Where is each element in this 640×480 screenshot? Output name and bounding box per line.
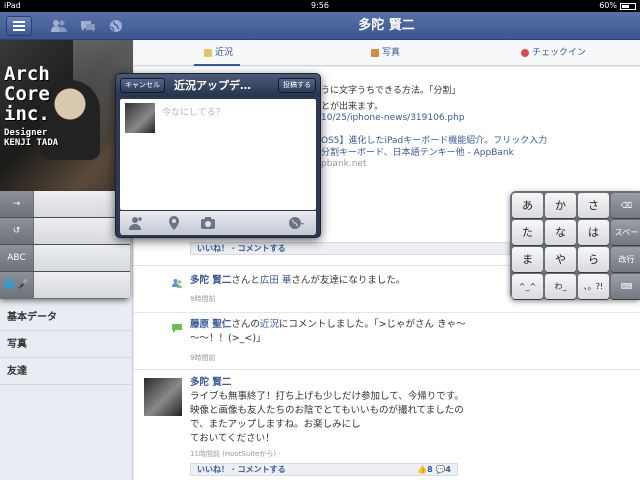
tab-photos[interactable]: 写真 [371, 40, 400, 66]
friendship-icon [172, 279, 182, 288]
status-icon [204, 49, 212, 57]
post-button[interactable]: 投稿する [278, 78, 316, 93]
status-textarea[interactable]: 今なにしてる？ [120, 99, 316, 210]
key-ha[interactable]: は [578, 220, 609, 245]
status-placeholder: 今なにしてる？ [162, 108, 225, 118]
story-time: 11時間前 (HootSuiteから) · [190, 450, 281, 458]
clock: 9:56 [311, 1, 329, 10]
story-fragment: とが出来ます。 [321, 102, 384, 112]
compose-toolbar [120, 211, 316, 235]
status-update-dialog: キャンセル 近況アップデ… 投稿する 今なにしてる？ [115, 73, 321, 238]
page-title: 多陀 賢二 [358, 18, 415, 33]
story-time: 9時間前 [190, 295, 216, 303]
story-link[interactable]: 分割キーボード、日本語テンキー他 - AppBank [321, 145, 514, 158]
cover-logo-text: Arch Core inc. [4, 63, 50, 125]
keyboard-row: ↺ [0, 218, 130, 245]
like-icon: 👍 [417, 465, 428, 474]
post-text: 多陀 賢二 ライブも無事終了！打ち上げも少しだけ参加して、今帰りです。 映像と画… [190, 377, 464, 444]
messages-icon[interactable] [80, 19, 96, 33]
key-ya[interactable]: や [545, 247, 576, 272]
camera-icon[interactable] [200, 215, 216, 231]
navbar: 多陀 賢二 [0, 12, 640, 40]
story-fragment: うに文字うちできる方法。「分割」 [321, 86, 461, 96]
key-punctuation[interactable]: 、。?! [578, 274, 609, 299]
key-blank[interactable] [34, 272, 130, 298]
undo-key[interactable]: ↺ [0, 218, 33, 244]
story-domain: pbank.net [321, 159, 367, 169]
checkin-icon [521, 49, 529, 57]
feed-story: 多陀 賢二 ライブも無事終了！打ち上げも少しだけ参加して、今帰りです。 映像と画… [134, 369, 640, 480]
battery-status: 60% [599, 0, 636, 12]
user-thumbnail [125, 103, 155, 133]
battery-percent: 60% [599, 1, 617, 10]
friends-icon[interactable] [51, 19, 67, 33]
keyboard-row: ABC [0, 245, 130, 272]
active-tab-indicator [194, 64, 240, 66]
hide-keyboard-key[interactable]: ⌨ [611, 274, 640, 299]
friendship-text: 多陀 賢二さんと広田 華さんが友達になりました。 [190, 275, 406, 286]
key-sa[interactable]: さ [578, 193, 609, 218]
keyboard-left-half: → ↺ ABC 🌐 🎤 [0, 191, 130, 299]
key-wa[interactable]: わ_ [545, 274, 576, 299]
delete-key[interactable]: ⌫ [611, 193, 640, 218]
key-emoticon[interactable]: ^_^ [512, 274, 543, 299]
return-key[interactable]: 改行 [611, 247, 640, 272]
sidebar-item-photos[interactable]: 写真 [0, 331, 133, 358]
keyboard-row: 🌐 🎤 [0, 272, 130, 299]
keyboard-row: → [0, 191, 130, 218]
comment-text: 藤原 聖仁さんの近況にコメントしました。「>じゃがさん きゃ〜 〜〜！！(>_<… [190, 319, 466, 344]
status-link[interactable]: 近況 [260, 319, 279, 330]
dialog-header: キャンセル 近況アップデ… 投稿する [116, 74, 320, 97]
globe-icon[interactable] [108, 19, 124, 33]
key-blank[interactable] [34, 245, 130, 271]
story-actor[interactable]: 藤原 聖仁 [190, 319, 231, 330]
space-key[interactable]: スペース [611, 220, 640, 262]
comment-icon [172, 324, 182, 333]
feed-story: 藤原 聖仁さんの近況にコメントしました。「>じゃがさん きゃ〜 〜〜！！(>_<… [134, 312, 640, 367]
audience-globe-icon[interactable] [288, 215, 304, 231]
hamburger-icon[interactable] [6, 16, 32, 36]
key-ka[interactable]: か [545, 193, 576, 218]
story-actor[interactable]: 多陀 賢二 [190, 377, 231, 388]
sidebar-item-friends[interactable]: 友達 [0, 358, 133, 385]
status-bar: iPad 9:56 60% [0, 0, 640, 12]
story-link[interactable]: 10/25/iphone-news/319106.php [321, 113, 465, 123]
key-na[interactable]: な [545, 220, 576, 245]
tab-status[interactable]: 近況 [204, 40, 233, 66]
key-a[interactable]: あ [512, 193, 543, 218]
story-actions[interactable]: いいね！ · コメントする [190, 242, 510, 255]
like-comment-counts: 👍8 💬4 [417, 465, 451, 474]
key-ma[interactable]: ま [512, 247, 543, 272]
cover-designer-text: Designer KENJI TADA [4, 128, 59, 148]
friend-name-link[interactable]: 広田 華 [260, 275, 292, 286]
key-ta[interactable]: た [512, 220, 543, 245]
profile-tabs: 近況 写真 チェックイン [134, 40, 640, 66]
sidebar-item-basic-info[interactable]: 基本データ [0, 304, 133, 331]
location-pin-icon[interactable] [166, 215, 182, 231]
globe-mic-key[interactable]: 🌐 🎤 [0, 272, 33, 298]
comment-count-icon: 💬 [435, 465, 446, 474]
story-actions[interactable]: いいね！ · コメントする 👍8 💬4 [190, 463, 458, 476]
photo-icon [371, 49, 379, 57]
keyboard-right-half: あ か さ ⌫ た な は スペース ま や ら 改行 ^_^ わ_ 、。?! … [510, 191, 640, 299]
story-time: 9時間前 [190, 354, 216, 362]
avatar[interactable] [144, 378, 182, 416]
story-actor[interactable]: 多陀 賢二 [190, 275, 231, 286]
key-ra[interactable]: ら [578, 247, 609, 272]
tab-checkin[interactable]: チェックイン [521, 40, 586, 66]
tag-friends-icon[interactable] [128, 215, 144, 231]
cancel-button[interactable]: キャンセル [120, 78, 165, 93]
tab-key[interactable]: → [0, 191, 33, 217]
dialog-title: 近況アップデ… [174, 79, 251, 92]
battery-icon [620, 2, 636, 10]
abc-key[interactable]: ABC [0, 245, 33, 271]
